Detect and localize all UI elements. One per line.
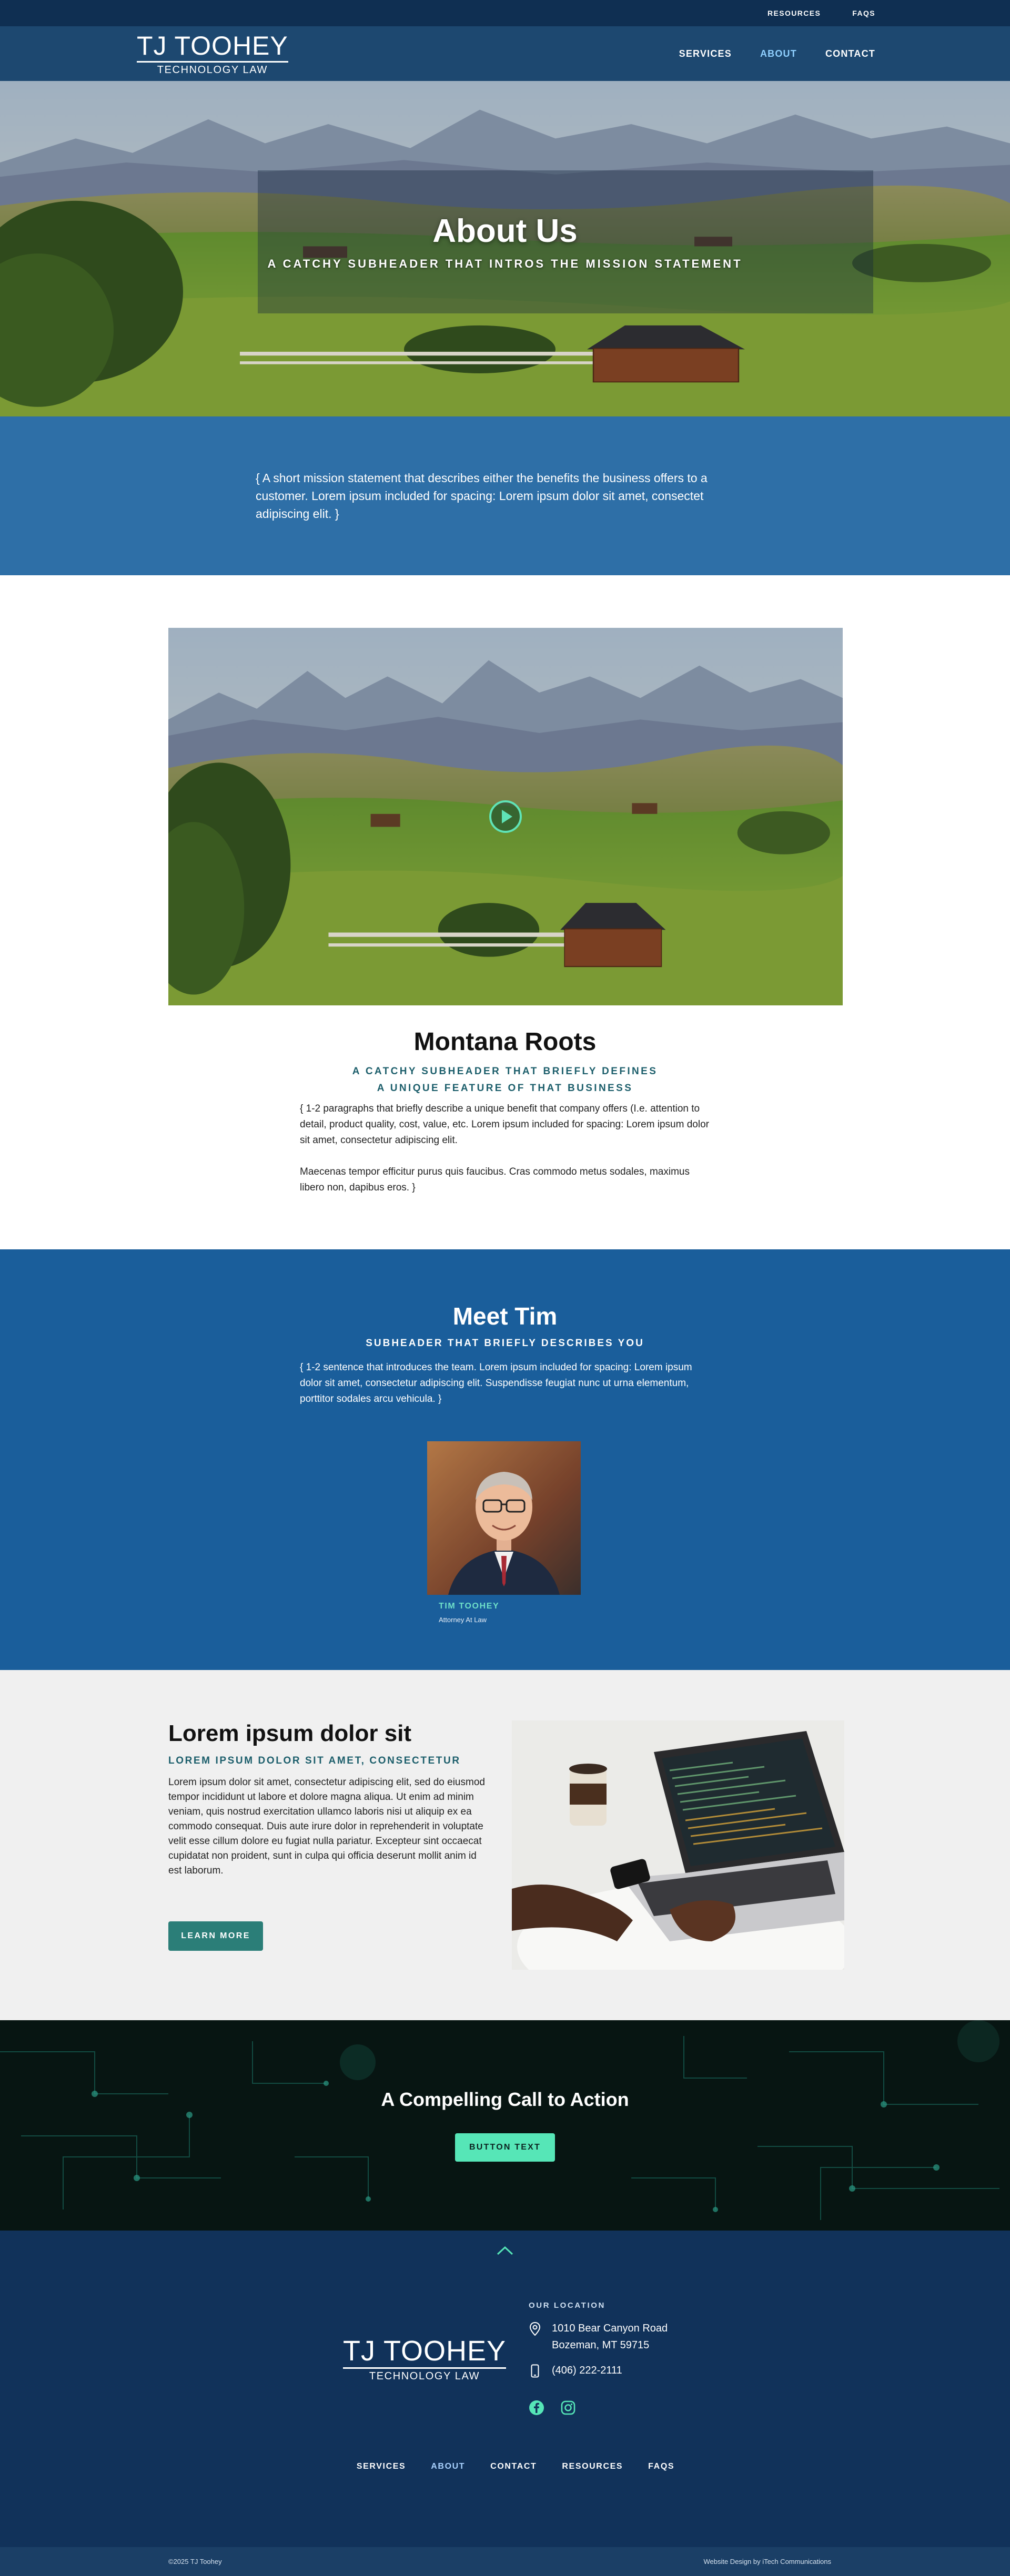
hero-subtitle: A CATCHY SUBHEADER THAT INTROS THE MISSI… [267,257,743,270]
footer-nav-faqs[interactable]: FAQS [648,2462,674,2471]
montana-title: Montana Roots [413,1028,597,1056]
learn-more-button[interactable]: LEARN MORE [168,1921,263,1951]
phone-icon [529,2362,541,2379]
nav-about[interactable]: ABOUT [760,48,797,59]
back-to-top-icon[interactable] [494,2242,516,2259]
team-member-photo [427,1441,581,1595]
feature-section: Lorem ipsum dolor sit LOREM IPSUM DOLOR … [0,1670,1010,2020]
copyright-bar: ©2025 TJ Toohey Website Design by iTech … [0,2547,1010,2576]
montana-paragraph-1: { 1-2 paragraphs that briefly describe a… [300,1103,709,1146]
logo-tagline: TECHNOLOGY LAW [157,64,268,76]
hero-text: About Us A CATCHY SUBHEADER THAT INTROS … [0,212,1010,271]
play-icon[interactable] [489,800,522,833]
footer-nav: SERVICES ABOUT CONTACT RESOURCES FAQS [0,2462,1010,2471]
instagram-icon[interactable] [559,2399,577,2417]
footer-nav-about[interactable]: ABOUT [431,2462,465,2471]
team-title: Meet Tim [452,1302,558,1330]
laptop-photo [512,1720,844,1970]
team-member-name: TIM TOOHEY [439,1602,500,1611]
address-line-2: Bozeman, MT 59715 [552,2339,650,2351]
nav-contact[interactable]: CONTACT [825,48,875,59]
footer-nav-services[interactable]: SERVICES [357,2462,406,2471]
cta-button[interactable]: BUTTON TEXT [455,2133,555,2162]
facebook-icon[interactable] [528,2399,546,2417]
team-subtitle: SUBHEADER THAT BRIEFLY DESCRIBES YOU [366,1338,644,1349]
mission-statement: { A short mission statement that describ… [256,471,708,521]
address-block: 1010 Bear Canyon Road Bozeman, MT 59715 [529,2320,668,2354]
video-player[interactable] [168,628,843,1005]
site-logo[interactable]: TJ TOOHEY TECHNOLOGY LAW [137,32,288,76]
cta-section: A Compelling Call to Action BUTTON TEXT [0,2020,1010,2231]
team-member-role: Attorney At Law [439,1616,487,1624]
footer-logo-wordmark: TJ TOOHEY [343,2336,507,2369]
cta-title: A Compelling Call to Action [381,2089,629,2110]
footer-nav-resources[interactable]: RESOURCES [562,2462,623,2471]
utility-bar: RESOURCES FAQS [0,0,1010,26]
main-nav: SERVICES ABOUT CONTACT [679,48,875,59]
utility-link-faqs[interactable]: FAQS [852,9,875,17]
site-footer: TJ TOOHEY TECHNOLOGY LAW OUR LOCATION 10… [0,2231,1010,2547]
footer-logo-tagline: TECHNOLOGY LAW [369,2370,480,2382]
address-line-1: 1010 Bear Canyon Road [552,2323,668,2334]
map-pin-icon [529,2320,541,2354]
logo-wordmark: TJ TOOHEY [137,32,288,63]
montana-body: { 1-2 paragraphs that briefly describe a… [300,1101,710,1196]
team-intro: { 1-2 sentence that introduces the team.… [300,1362,692,1404]
team-section: Meet Tim SUBHEADER THAT BRIEFLY DESCRIBE… [0,1249,1010,1670]
footer-nav-contact[interactable]: CONTACT [490,2462,537,2471]
feature-subtitle: LOREM IPSUM DOLOR SIT AMET, CONSECTETUR [168,1755,461,1766]
montana-subtitle: A CATCHY SUBHEADER THAT BRIEFLY DEFINES … [352,1066,658,1094]
hero-section: About Us A CATCHY SUBHEADER THAT INTROS … [0,81,1010,416]
phone-block: (406) 222-2111 [529,2362,622,2379]
location-label: OUR LOCATION [529,2301,605,2310]
copyright-text: ©2025 TJ Toohey [168,2558,222,2565]
utility-link-resources[interactable]: RESOURCES [767,9,821,17]
footer-logo[interactable]: TJ TOOHEY TECHNOLOGY LAW [343,2336,507,2382]
social-links [528,2399,577,2417]
montana-section: Montana Roots A CATCHY SUBHEADER THAT BR… [0,575,1010,1249]
site-header: TJ TOOHEY TECHNOLOGY LAW SERVICES ABOUT … [0,26,1010,81]
nav-services[interactable]: SERVICES [679,48,732,59]
phone-link[interactable]: (406) 222-2111 [552,2362,622,2379]
mission-section: { A short mission statement that describ… [0,416,1010,575]
montana-paragraph-2: Maecenas tempor efficitur purus quis fau… [300,1166,690,1193]
design-credit-link[interactable]: Website Design by iTech Communications [703,2558,831,2565]
feature-title: Lorem ipsum dolor sit [168,1720,412,1746]
feature-body: Lorem ipsum dolor sit amet, consectetur … [168,1777,485,1876]
page-title: About Us [432,213,578,249]
circuit-background [0,2020,1010,2231]
